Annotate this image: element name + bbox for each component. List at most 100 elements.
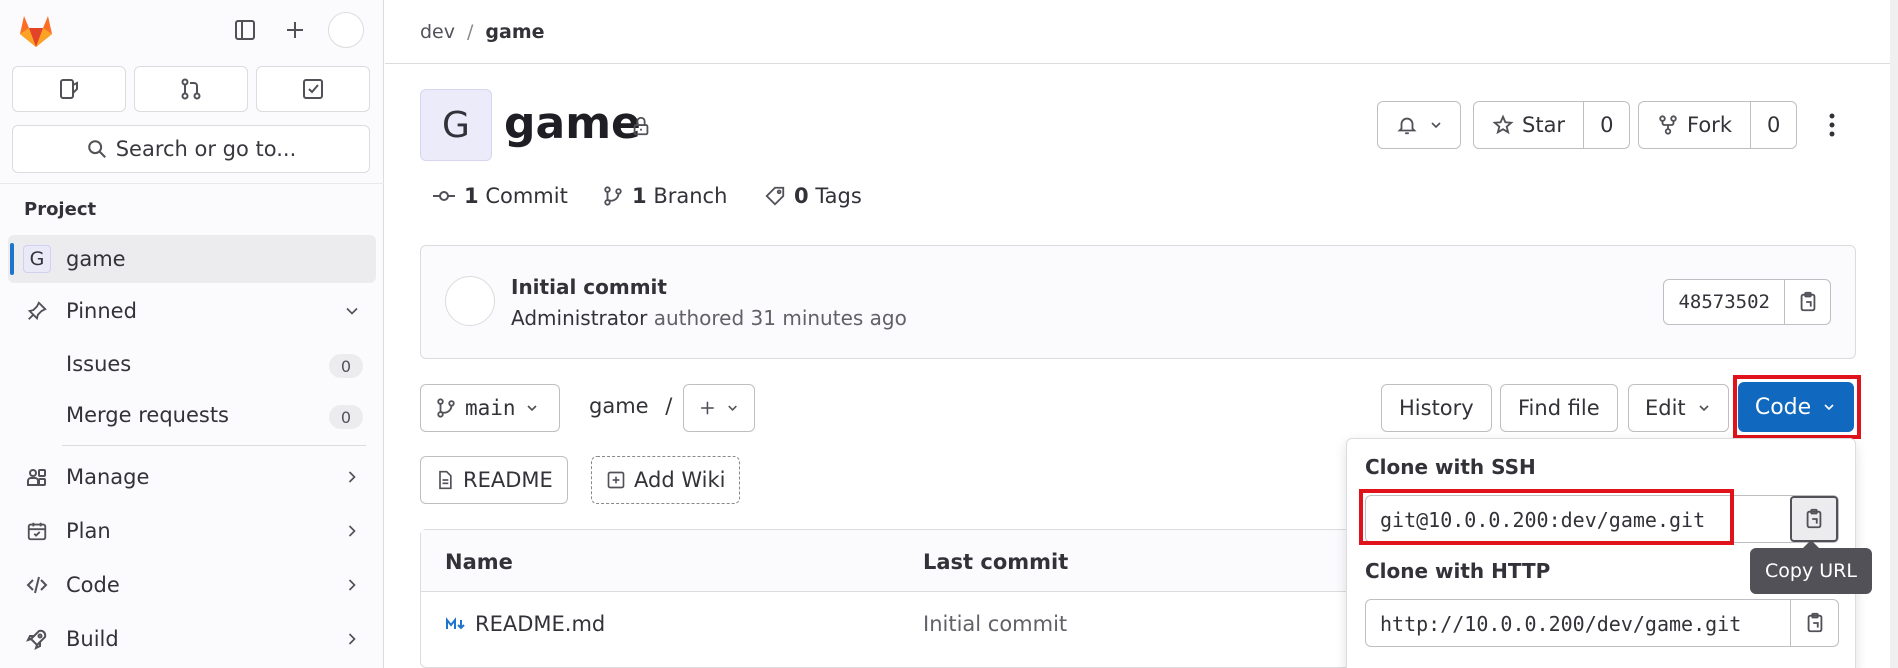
commit-title[interactable]: Initial commit (511, 275, 667, 299)
sidebar-item-manage[interactable]: Manage (8, 453, 376, 501)
fork-button[interactable]: Fork (1639, 102, 1750, 148)
sidebar-item-build[interactable]: Build (8, 615, 376, 663)
search-icon (87, 140, 106, 158)
breadcrumb-parent[interactable]: dev (420, 21, 455, 43)
table-row: README.md (445, 612, 605, 636)
history-button[interactable]: History (1381, 384, 1492, 432)
file-name[interactable]: README.md (475, 612, 605, 636)
merge-requests-count-badge: 0 (329, 405, 363, 429)
plus-icon[interactable] (278, 13, 312, 47)
project-avatar: G (420, 89, 492, 161)
calendar-icon (27, 522, 47, 541)
branch-icon (604, 186, 622, 206)
breadcrumb-current[interactable]: game (485, 21, 544, 43)
edit-dropdown-button[interactable]: Edit (1628, 384, 1729, 432)
sidebar-item-code[interactable]: Code (8, 561, 376, 609)
users-icon (27, 469, 46, 486)
commit-icon (433, 191, 455, 201)
issues-count-badge: 0 (329, 354, 363, 378)
commit-author-avatar[interactable] (445, 276, 495, 326)
star-count[interactable]: 0 (1583, 102, 1629, 148)
commit-sha[interactable]: 48573502 (1664, 280, 1784, 324)
commits-link[interactable]: 1 Commit (432, 184, 568, 208)
star-label: Star (1522, 113, 1566, 137)
chevron-right-icon (348, 471, 356, 483)
fork-count[interactable]: 0 (1749, 102, 1796, 148)
page-title: game (504, 98, 641, 149)
sidebar-item-plan[interactable]: Plan (8, 507, 376, 555)
notifications-button[interactable] (1377, 101, 1461, 149)
issues-shortcut-button[interactable] (12, 66, 126, 112)
find-file-button[interactable]: Find file (1500, 384, 1618, 432)
clone-http-field[interactable]: http://10.0.0.200/dev/game.git (1365, 599, 1839, 647)
ssh-url-highlight (1359, 489, 1734, 545)
commit-sha-group: 48573502 (1663, 279, 1831, 325)
clipboard-icon (1807, 612, 1822, 633)
copy-url-tooltip: Copy URL (1750, 540, 1872, 594)
markdown-icon (446, 617, 465, 630)
repo-path: game / (589, 394, 672, 418)
sidebar-divider (0, 183, 384, 184)
bell-icon (1397, 117, 1417, 135)
repo-path-root[interactable]: game (589, 394, 649, 418)
sidebar-item-label: game (66, 247, 126, 271)
fork-icon (1659, 115, 1677, 135)
star-button[interactable]: Star (1474, 102, 1583, 148)
commit-author[interactable]: Administrator (511, 306, 647, 330)
sidebar-item-label: Build (66, 627, 119, 651)
sidebar-toggle-icon[interactable] (228, 13, 262, 47)
breadcrumb-separator: / (467, 20, 474, 43)
chevron-down-icon (728, 405, 737, 412)
merge-requests-shortcut-button[interactable] (134, 66, 248, 112)
issues-icon (60, 79, 78, 99)
user-avatar[interactable] (328, 12, 364, 48)
todo-check-icon (303, 79, 323, 99)
sidebar: Search or go to... Project G game Pinned… (0, 0, 384, 668)
project-avatar-small: G (23, 245, 51, 273)
copy-http-url-button[interactable] (1790, 600, 1838, 646)
todos-shortcut-button[interactable] (256, 66, 370, 112)
more-actions-icon[interactable] (1820, 110, 1844, 140)
branches-link[interactable]: 1 Branch (602, 184, 727, 208)
edit-label: Edit (1645, 396, 1686, 420)
add-to-tree-button[interactable] (683, 384, 755, 432)
branch-selector[interactable]: main (420, 384, 560, 432)
pin-icon (27, 301, 47, 321)
branches-label: Branch (653, 184, 728, 208)
clone-http-url: http://10.0.0.200/dev/game.git (1380, 612, 1742, 636)
pinned-divider (62, 445, 366, 446)
repo-path-separator: / (665, 394, 673, 418)
copy-ssh-url-button[interactable] (1790, 496, 1838, 542)
sidebar-section-label: Project (24, 199, 97, 220)
sidebar-item-project[interactable]: G game (8, 235, 376, 283)
chevron-right-icon (348, 633, 356, 645)
search-button[interactable]: Search or go to... (12, 125, 370, 173)
add-wiki-button[interactable]: Add Wiki (591, 456, 741, 504)
code-button-highlight (1733, 375, 1861, 439)
commits-count: 1 (464, 184, 479, 208)
chevron-down-icon (1431, 122, 1441, 129)
clone-http-label: Clone with HTTP (1365, 559, 1551, 583)
tags-link[interactable]: 0 Tags (764, 184, 862, 208)
chevron-right-icon (348, 579, 356, 591)
column-header-last-commit: Last commit (923, 550, 1069, 574)
clipboard-icon (1806, 508, 1822, 529)
sidebar-item-pinned[interactable]: Pinned (8, 287, 376, 335)
tags-count: 0 (794, 184, 809, 208)
sidebar-item-label: Code (66, 573, 120, 597)
code-icon (26, 576, 48, 594)
file-icon (439, 470, 452, 490)
sidebar-item-label: Plan (66, 519, 111, 543)
lock-icon (630, 114, 652, 138)
chevron-down-icon (1699, 405, 1709, 412)
sidebar-item-issues[interactable]: Issues (66, 352, 131, 376)
copy-sha-button[interactable] (1784, 280, 1830, 324)
fork-button-group: Fork 0 (1638, 101, 1798, 149)
gitlab-logo-icon[interactable] (16, 10, 56, 50)
page-scrollbar[interactable] (1890, 0, 1898, 668)
readme-button[interactable]: README (420, 456, 568, 504)
branches-count: 1 (632, 184, 647, 208)
file-last-commit[interactable]: Initial commit (923, 612, 1067, 636)
clone-ssh-label: Clone with SSH (1365, 455, 1536, 479)
sidebar-item-merge-requests[interactable]: Merge requests (66, 403, 229, 427)
